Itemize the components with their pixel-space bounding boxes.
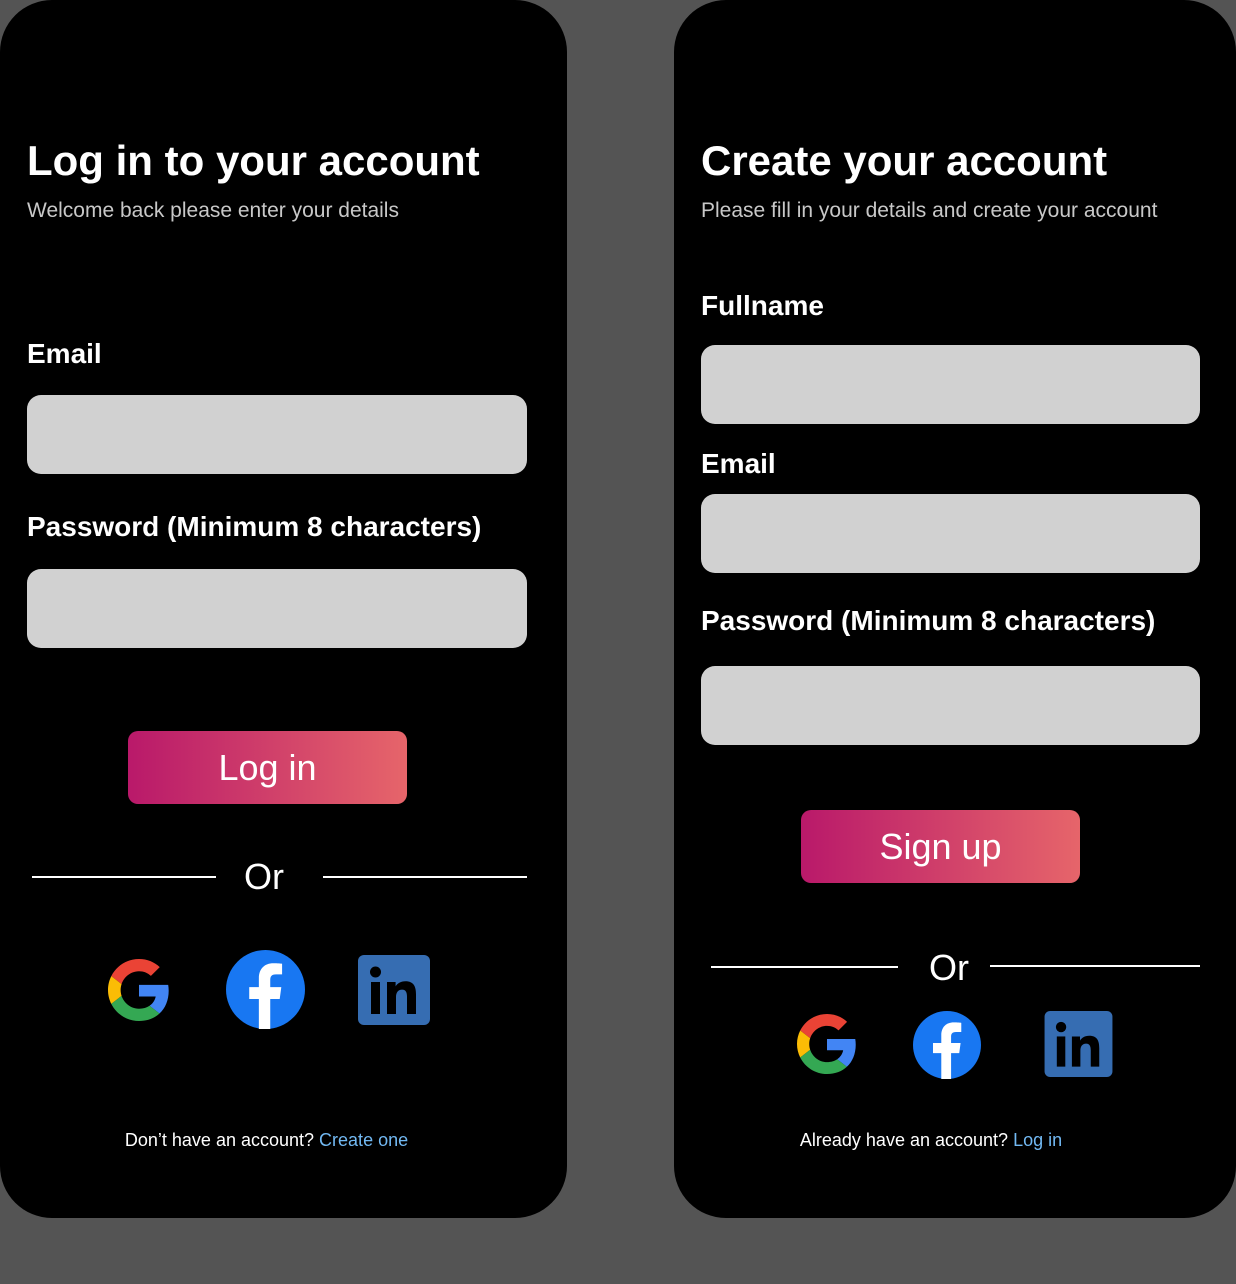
login-or-text: Or — [244, 856, 284, 897]
signup-screen: Create your account Please fill in your … — [674, 0, 1236, 1218]
facebook-icon[interactable] — [913, 1011, 981, 1079]
signup-footer: Already have an account? Log in — [674, 1129, 1188, 1151]
login-footer: Don’t have an account? Create one — [0, 1129, 533, 1151]
create-account-link[interactable]: Create one — [319, 1130, 408, 1150]
signup-fullname-input[interactable] — [701, 345, 1200, 424]
login-email-input[interactable] — [27, 395, 527, 474]
signup-email-input[interactable] — [701, 494, 1200, 573]
linkedin-icon[interactable] — [358, 955, 430, 1025]
signup-footer-text: Already have an account? — [799, 1130, 1009, 1150]
signup-divider-left — [711, 966, 898, 968]
login-email-label: Email — [27, 338, 102, 369]
signup-divider-right — [990, 965, 1200, 967]
login-divider-left — [32, 876, 216, 878]
signup-password-input[interactable] — [701, 666, 1200, 745]
signup-password-label: Password (Minimum 8 characters) — [701, 605, 1156, 636]
login-subtitle: Welcome back please enter your details — [27, 199, 399, 222]
google-icon[interactable] — [108, 959, 170, 1021]
signup-fullname-label: Fullname — [701, 290, 824, 321]
login-divider-right — [323, 876, 527, 878]
login-password-label: Password (Minimum 8 characters) — [27, 511, 482, 542]
login-button[interactable]: Log in — [128, 731, 407, 804]
signup-button[interactable]: Sign up — [801, 810, 1080, 883]
signup-or-text: Or — [929, 947, 969, 988]
login-link[interactable]: Log in — [1013, 1130, 1062, 1150]
linkedin-icon[interactable] — [1044, 1011, 1113, 1077]
login-password-input[interactable] — [27, 569, 527, 648]
signup-email-label: Email — [701, 448, 776, 479]
google-icon[interactable] — [797, 1014, 857, 1074]
login-screen: Log in to your account Welcome back plea… — [0, 0, 567, 1218]
signup-subtitle: Please fill in your details and create y… — [701, 199, 1158, 222]
signup-title: Create your account — [701, 137, 1108, 184]
login-footer-text: Don’t have an account? — [124, 1130, 315, 1150]
facebook-icon[interactable] — [226, 950, 305, 1029]
login-title: Log in to your account — [27, 137, 480, 184]
